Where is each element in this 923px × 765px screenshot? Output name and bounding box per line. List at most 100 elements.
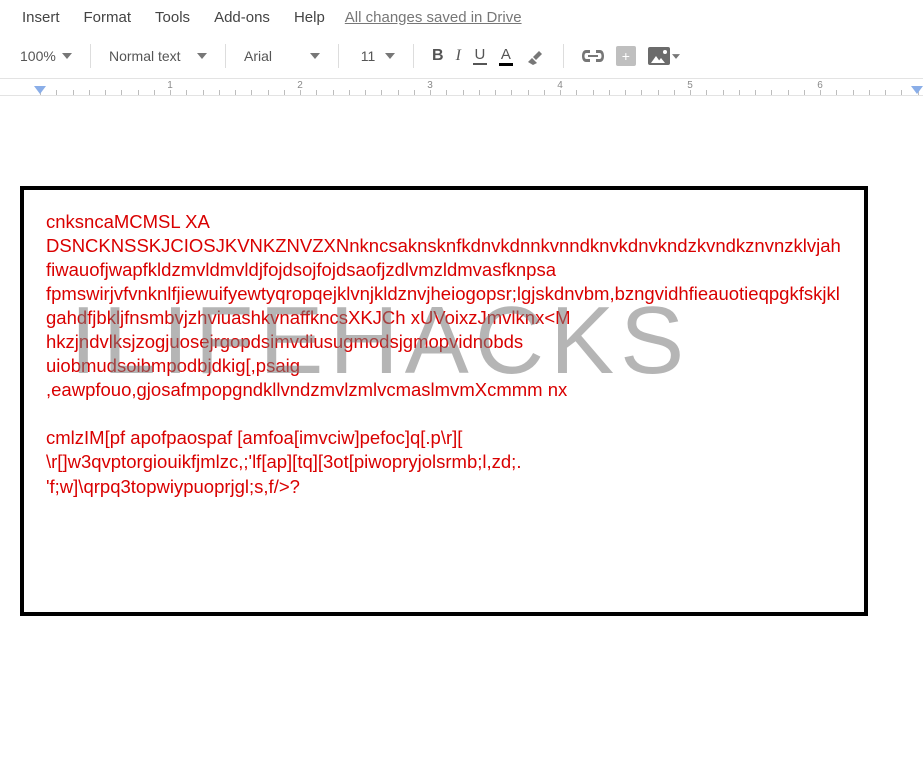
ruler-tick [706,90,707,95]
ruler-tick [333,90,334,95]
chevron-down-icon [62,53,72,59]
insert-image-button[interactable] [642,42,686,70]
font-family-value: Arial [244,48,304,64]
menubar: Insert Format Tools Add-ons Help All cha… [0,0,923,34]
ruler-tick [739,90,740,95]
paragraph-style-value: Normal text [109,48,191,64]
bold-button[interactable]: B [426,42,450,70]
chevron-down-icon [310,53,320,59]
toolbar-separator [225,44,226,68]
ruler-tick [544,90,545,95]
menu-addons[interactable]: Add-ons [202,9,282,26]
font-family-dropdown[interactable]: Arial [238,42,326,70]
chevron-down-icon [197,53,207,59]
menu-help[interactable]: Help [282,9,337,26]
text-color-letter: A [501,47,511,62]
ruler[interactable]: 1 2 3 4 5 6 [0,78,923,96]
ruler-tick [609,90,610,95]
ruler-tick [349,90,350,95]
underline-button[interactable]: U [467,42,493,70]
ruler-tick [414,90,415,95]
text-color-bar-icon [499,63,513,66]
ruler-number: 3 [427,80,433,91]
zoom-dropdown[interactable]: 100% [14,42,78,70]
ruler-tick [528,90,529,95]
image-icon [648,47,670,65]
document-area: cnksncaMCMSL XA DSNCKNSSKJCIOSJKVNKZNVZX… [0,96,923,616]
ruler-tick [284,90,285,95]
ruler-number: 5 [687,80,693,91]
ruler-tick [869,90,870,95]
ruler-tick [788,90,789,95]
ruler-tick [381,90,382,95]
document-body-text[interactable]: cnksncaMCMSL XA DSNCKNSSKJCIOSJKVNKZNVZX… [46,210,842,499]
ruler-tick [853,90,854,95]
ruler-tick [625,90,626,95]
ruler-tick [463,90,464,95]
ruler-tick [495,90,496,95]
ruler-tick [576,90,577,95]
ruler-tick [56,90,57,95]
chevron-down-icon [385,53,395,59]
save-status[interactable]: All changes saved in Drive [345,9,522,26]
ruler-tick [771,90,772,95]
ruler-tick [186,90,187,95]
toolbar-separator [563,44,564,68]
font-size-value: 11 [357,48,379,64]
ruler-tick [398,90,399,95]
left-indent-marker[interactable] [34,86,46,96]
comment-icon: + [616,46,636,66]
highlight-button[interactable] [519,42,551,70]
ruler-tick [755,90,756,95]
underline-letter: U [474,47,485,62]
ruler-number: 2 [297,80,303,91]
right-indent-marker[interactable] [911,86,923,96]
ruler-tick [105,90,106,95]
ruler-tick [121,90,122,95]
ruler-tick [885,90,886,95]
menu-tools[interactable]: Tools [143,9,202,26]
menu-insert[interactable]: Insert [10,9,72,26]
ruler-number: 4 [557,80,563,91]
ruler-tick [446,90,447,95]
ruler-tick [723,90,724,95]
ruler-tick [138,90,139,95]
toolbar-separator [90,44,91,68]
ruler-tick [593,90,594,95]
insert-link-button[interactable] [576,42,610,70]
zoom-value: 100% [20,48,56,64]
ruler-tick [89,90,90,95]
menu-format[interactable]: Format [72,9,144,26]
toolbar: 100% Normal text Arial 11 [0,34,923,78]
ruler-number: 6 [817,80,823,91]
text-color-button[interactable]: A [493,42,519,70]
ruler-tick [901,90,902,95]
chevron-down-icon [672,54,680,59]
ruler-tick [641,90,642,95]
page[interactable]: cnksncaMCMSL XA DSNCKNSSKJCIOSJKVNKZNVZX… [20,186,868,616]
ruler-number: 1 [167,80,173,91]
ruler-tick [365,90,366,95]
ruler-tick [674,90,675,95]
ruler-tick [268,90,269,95]
ruler-tick [235,90,236,95]
toolbar-separator [338,44,339,68]
ruler-tick [154,90,155,95]
ruler-tick [203,90,204,95]
page-border: cnksncaMCMSL XA DSNCKNSSKJCIOSJKVNKZNVZX… [20,186,868,616]
ruler-tick [658,90,659,95]
insert-comment-button[interactable]: + [610,42,642,70]
ruler-tick [804,90,805,95]
font-size-dropdown[interactable]: 11 [351,42,401,70]
ruler-tick [316,90,317,95]
underline-bar-icon [473,63,487,65]
ruler-tick [511,90,512,95]
paragraph-style-dropdown[interactable]: Normal text [103,42,213,70]
ruler-tick [251,90,252,95]
toolbar-separator [413,44,414,68]
ruler-tick [836,90,837,95]
ruler-tick [219,90,220,95]
ruler-tick [479,90,480,95]
ruler-tick [73,90,74,95]
italic-button[interactable]: I [450,42,467,70]
